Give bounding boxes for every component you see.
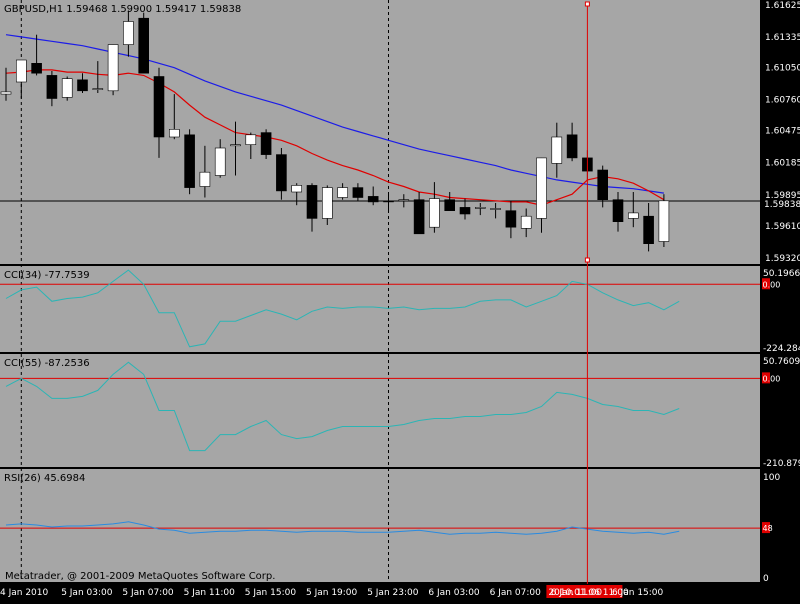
- candle-bull: [658, 200, 670, 242]
- time-tick-label: 6 Jan 03:00: [428, 588, 480, 598]
- cci55-title: CCI(55) -87.2536: [4, 358, 90, 369]
- price-tick-label: 1.60475: [765, 126, 800, 136]
- price-tick-label: 1.61050: [765, 64, 800, 74]
- candle-bear: [31, 62, 42, 74]
- candle-bull: [536, 157, 547, 219]
- price-axis: 1.61625 1.61335 1.61050 1.60760 1.60475 1.601…: [765, 1, 800, 264]
- candle-bull: [0, 91, 12, 95]
- candle-bull: [214, 147, 226, 176]
- time-tick-label: 6 Jan 11:00: [551, 588, 603, 598]
- time-tick-label: 5 Jan 15:00: [245, 588, 297, 598]
- current-price-label: 1.59838: [764, 200, 800, 210]
- price-tick-label: 1.59610: [765, 222, 800, 232]
- candle-bull: [230, 144, 241, 147]
- candle-bull: [61, 78, 73, 98]
- indicator-min-label: -210.879: [763, 459, 800, 469]
- candle-bear: [566, 134, 578, 159]
- candle-bear: [612, 199, 624, 222]
- indicator-max-label: 100: [763, 473, 780, 483]
- indicator-min-label: -224.284: [763, 344, 800, 354]
- price-tick-label: 1.61335: [765, 33, 800, 43]
- time-tick-label: 6 Jan 15:00: [612, 588, 664, 598]
- candle-bear: [413, 199, 425, 235]
- candle-bull: [107, 44, 119, 92]
- indicator-max-label: 50.7609: [763, 357, 800, 367]
- candle-bull: [321, 187, 333, 219]
- indicator-axes: 50.1966 -224.284 0.00 50.7609 -210.879 0.00 10…: [762, 269, 800, 584]
- rsi26-title: RSI(26) 45.6984: [4, 473, 85, 484]
- crosshair-handle-bottom: [584, 257, 590, 263]
- candle-bear: [77, 79, 88, 92]
- candle-bull: [123, 21, 134, 45]
- time-tick-label: 5 Jan 03:00: [61, 588, 113, 598]
- candle-bear: [260, 132, 272, 155]
- level-label: 48: [763, 524, 773, 533]
- time-tick-label: 5 Jan 23:00: [367, 588, 419, 598]
- candle-bull: [627, 212, 639, 219]
- copyright-footer: Metatrader, @ 2001-2009 MetaQuotes Softw…: [5, 571, 275, 582]
- metatrader-chart-window[interactable]: 2010.01.06 11:00 GBPUSD,H1 1.59468 1.599…: [0, 0, 800, 600]
- rsi26-pane[interactable]: [0, 469, 760, 582]
- cci34-pane[interactable]: [0, 266, 760, 352]
- candle-bear: [306, 185, 318, 219]
- candle-bear: [383, 200, 394, 203]
- candle-bull: [551, 136, 563, 164]
- candle-bear: [153, 76, 165, 138]
- candle-bear: [459, 207, 471, 215]
- candle-bear: [444, 199, 456, 211]
- candle-bull: [337, 187, 348, 198]
- candle-bull: [169, 129, 180, 138]
- time-tick-label: 4 Jan 2010: [0, 588, 48, 598]
- chart-canvas[interactable]: 2010.01.06 11:00 GBPUSD,H1 1.59468 1.599…: [0, 0, 800, 600]
- time-tick-label: 5 Jan 19:00: [306, 588, 358, 598]
- price-title: GBPUSD,H1 1.59468 1.59900 1.59417 1.5983…: [4, 4, 241, 15]
- candle-bull: [245, 134, 257, 146]
- level-label: 0.00: [763, 374, 781, 383]
- candle-bull: [15, 59, 27, 83]
- candle-bear: [597, 169, 609, 201]
- candle-bear: [138, 17, 149, 74]
- candle-bull: [291, 185, 303, 193]
- candle-bear: [276, 154, 287, 192]
- candle-bull: [490, 208, 501, 210]
- price-tick-label: 1.60185: [765, 158, 800, 168]
- price-tick-label: 1.59320: [765, 254, 800, 264]
- time-axis: 4 Jan 2010 5 Jan 03:00 5 Jan 07:00 5 Jan 11…: [0, 588, 664, 598]
- candle-bull: [429, 198, 440, 228]
- candle-bear: [643, 215, 654, 244]
- candle-bear: [505, 210, 517, 228]
- indicator-min-label: 0: [763, 574, 769, 584]
- time-tick-label: 6 Jan 07:00: [490, 588, 542, 598]
- indicator-max-label: 50.1966: [763, 269, 800, 279]
- candle-bull: [92, 88, 104, 90]
- price-tick-label: 1.60760: [765, 96, 800, 106]
- candle-bull: [474, 207, 486, 209]
- time-tick-label: 5 Jan 11:00: [184, 588, 236, 598]
- level-label: 0.00: [763, 280, 781, 289]
- candle-bear: [352, 187, 364, 198]
- time-tick-label: 5 Jan 07:00: [122, 588, 174, 598]
- candle-bear: [184, 134, 195, 188]
- candle-bull: [520, 215, 532, 229]
- candle-bear: [46, 75, 58, 99]
- candle-bear: [367, 196, 379, 203]
- candle-bull: [398, 199, 410, 201]
- candle-bull: [199, 171, 211, 187]
- crosshair-handle-top: [584, 1, 590, 7]
- cci34-title: CCI(34) -77.7539: [4, 270, 90, 281]
- price-tick-label: 1.61625: [765, 1, 800, 11]
